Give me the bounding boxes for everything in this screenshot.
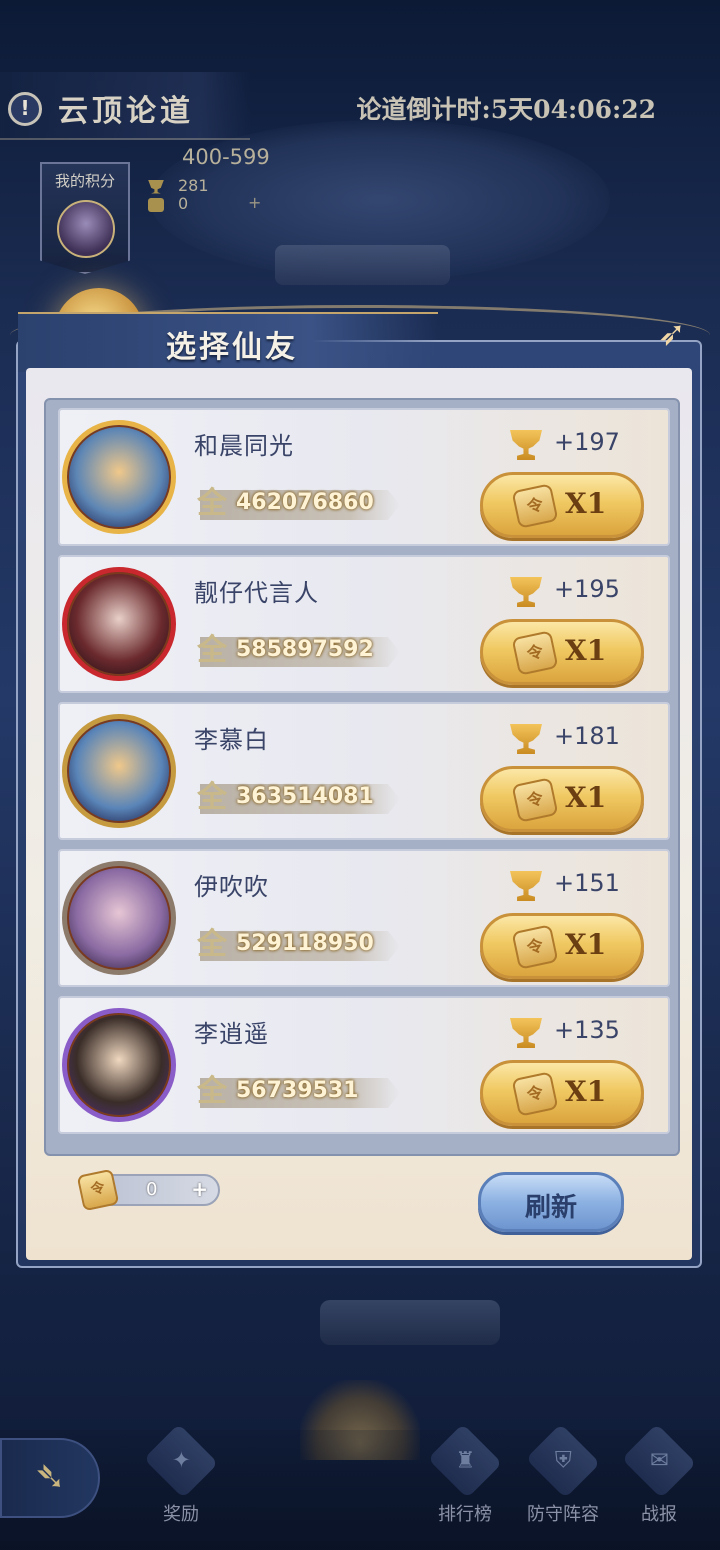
trophy-reward: +195 [554,575,620,603]
challenge-cost: X1 [565,1075,607,1108]
challenge-cost: X1 [565,781,607,814]
top-bar: ! 云顶论道 论道倒计时:5天04:06:22 [0,72,720,140]
friend-avatar[interactable] [62,861,176,975]
refresh-button[interactable]: 刷新 [478,1172,624,1232]
power-value: 363514081 [236,784,374,809]
my-score-label: 我的积分 [54,172,115,190]
power-icon: 全 [197,780,227,815]
friend-avatar[interactable] [62,567,176,681]
bottom-nav: ➴ ✦ 奖励 ♜ 排行榜 ⛨ 防守阵容 ✉ 战报 [0,1423,720,1550]
nav-battle-report-label: 战报 [641,1504,677,1525]
dialog-body: 和晨同光 全 462076860 +197 令 X1 靓仔代言人 全 58589… [26,368,692,1260]
power-icon: 全 [197,486,227,521]
shield-icon: ⛨ [525,1423,601,1499]
challenge-button[interactable]: 令 X1 [480,913,644,979]
select-friend-dialog: 选择仙友 ➶ 和晨同光 全 462076860 +197 令 X1 靓仔代言人 [16,312,702,1268]
trophy-reward: +197 [554,428,620,456]
friend-row: 伊吹吹 全 529118950 +151 令 X1 [58,849,670,987]
trophy-reward: +181 [554,722,620,750]
ticket-icon: 令 [511,777,559,823]
ticket-icon: 令 [511,630,559,676]
trophy-icon [510,724,542,754]
dialog-header: 选择仙友 [18,312,438,372]
countdown-timer: 论道倒计时:5天04:06:22 [356,95,656,124]
trophy-icon [148,179,164,194]
challenge-cost: X1 [565,928,607,961]
power-value: 56739531 [236,1078,359,1103]
nav-leaderboard[interactable]: ♜ 排行榜 [420,1423,510,1540]
ticket-count: 0 [146,1179,158,1200]
scroll-icon: ✉ [621,1423,697,1499]
friend-name: 李慕白 [194,726,269,754]
trophy-reward: +151 [554,869,620,897]
friend-avatar[interactable] [62,1008,176,1122]
title-plate: ! 云顶论道 [0,72,250,140]
power-value: 462076860 [236,490,374,515]
trophy-count-row: 281 [148,176,209,195]
trophy-icon [510,1018,542,1048]
nav-leaderboard-label: 排行榜 [438,1504,492,1525]
challenge-button[interactable]: 令 X1 [480,619,644,685]
ticket-icon: 令 [511,1071,559,1117]
friend-row: 和晨同光 全 462076860 +197 令 X1 [58,408,670,546]
nav-rewards[interactable]: ✦ 奖励 [136,1423,226,1540]
trophy-reward: +135 [554,1016,620,1044]
power-icon: 全 [197,1074,227,1109]
friend-name: 和晨同光 [194,432,294,460]
score-range: 400-599 [182,145,270,169]
power-value: 585897592 [236,637,374,662]
friend-name: 靓仔代言人 [194,579,319,607]
nav-defense-lineup[interactable]: ⛨ 防守阵容 [518,1423,608,1540]
swallow-icon: ➶ [657,314,687,354]
challenge-button[interactable]: 令 X1 [480,472,644,538]
friend-list: 和晨同光 全 462076860 +197 令 X1 靓仔代言人 全 58589… [44,398,680,1156]
friend-name: 伊吹吹 [194,873,269,901]
friend-name: 李逍遥 [194,1020,269,1048]
friend-avatar[interactable] [62,714,176,828]
nav-battle-report[interactable]: ✉ 战报 [614,1423,704,1540]
refresh-label: 刷新 [524,1193,577,1223]
power-icon: 全 [197,633,227,668]
nav-defense-lineup-label: 防守阵容 [527,1504,599,1525]
leaderboard-icon: ♜ [427,1423,503,1499]
my-score-banner[interactable]: 我的积分 [40,162,130,274]
challenge-cost: X1 [565,487,607,520]
ticket-icon: 令 [511,483,559,529]
info-icon[interactable]: ! [8,92,42,126]
trophy-icon [510,577,542,607]
ticket-icon: 令 [76,1168,120,1212]
add-ticket-button[interactable]: + [191,1177,208,1201]
friend-row: 李逍遥 全 56739531 +135 令 X1 [58,996,670,1134]
ticket-count-row: 0 [148,194,188,213]
ticket-icon: 令 [511,924,559,970]
friend-row: 李慕白 全 363514081 +181 令 X1 [58,702,670,840]
power-icon: 全 [197,927,227,962]
challenge-button[interactable]: 令 X1 [480,766,644,832]
ticket-icon [148,197,164,212]
nav-rewards-label: 奖励 [163,1504,199,1525]
trophy-icon [510,871,542,901]
ticket-counter: 令 0 + [76,1168,220,1212]
friend-row: 靓仔代言人 全 585897592 +195 令 X1 [58,555,670,693]
dialog-title: 选择仙友 [166,330,298,365]
power-value: 529118950 [236,931,374,956]
challenge-button[interactable]: 令 X1 [480,1060,644,1126]
lower-platform [320,1300,500,1345]
my-avatar [57,200,115,258]
add-ticket-small-button[interactable]: + [248,193,261,212]
arena-platform [275,245,450,285]
page-title: 云顶论道 [58,94,194,129]
back-button[interactable]: ➴ [0,1438,100,1518]
trophy-count: 281 [178,176,209,195]
challenge-cost: X1 [565,634,607,667]
trophy-icon [510,430,542,460]
friend-avatar[interactable] [62,420,176,534]
gift-bag-icon: ✦ [143,1423,219,1499]
ticket-count: 0 [178,194,189,213]
